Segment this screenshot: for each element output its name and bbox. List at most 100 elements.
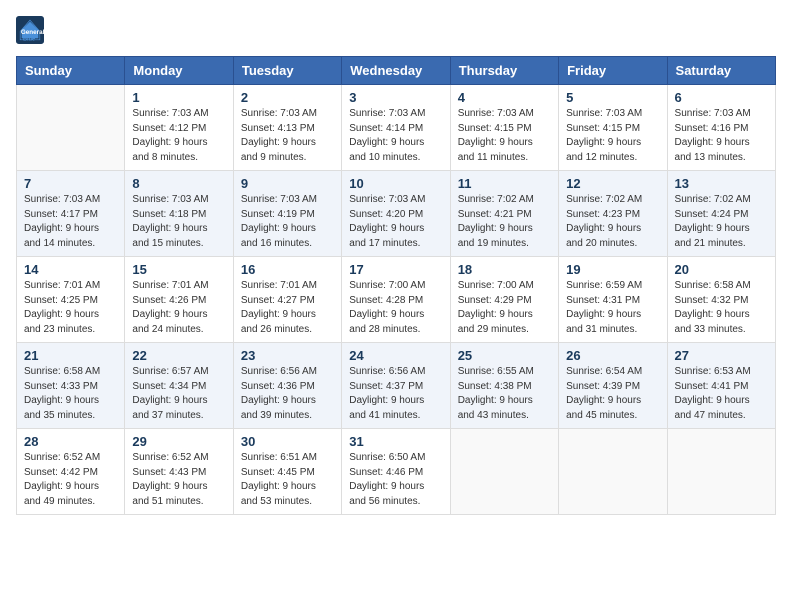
day-number: 30	[241, 434, 334, 449]
cell-info: Sunrise: 7:03 AMSunset: 4:19 PMDaylight:…	[241, 193, 334, 251]
day-number: 6	[675, 90, 768, 105]
day-number: 5	[566, 90, 659, 105]
header-wednesday: Wednesday	[342, 57, 450, 85]
day-number: 14	[24, 262, 117, 277]
svg-text:Blue: Blue	[23, 37, 35, 43]
cell-info: Sunrise: 6:56 AMSunset: 4:37 PMDaylight:…	[349, 365, 442, 423]
calendar-cell: 28 Sunrise: 6:52 AMSunset: 4:42 PMDayligh…	[17, 429, 125, 515]
page-header: General Blue	[16, 16, 776, 44]
day-number: 16	[241, 262, 334, 277]
header-thursday: Thursday	[450, 57, 558, 85]
day-number: 29	[132, 434, 225, 449]
day-number: 20	[675, 262, 768, 277]
day-number: 17	[349, 262, 442, 277]
week-row-1: 1Sunrise: 7:03 AMSunset: 4:12 PMDaylight…	[17, 85, 776, 171]
calendar-cell: 24 Sunrise: 6:56 AMSunset: 4:37 PMDayligh…	[342, 343, 450, 429]
calendar-cell: 10 Sunrise: 7:03 AMSunset: 4:20 PMDayligh…	[342, 171, 450, 257]
week-row-2: 7 Sunrise: 7:03 AMSunset: 4:17 PMDaylight…	[17, 171, 776, 257]
day-number: 18	[458, 262, 551, 277]
cell-info: Sunrise: 7:00 AMSunset: 4:28 PMDaylight:…	[349, 279, 442, 337]
calendar-cell: 7 Sunrise: 7:03 AMSunset: 4:17 PMDaylight…	[17, 171, 125, 257]
day-number: 28	[24, 434, 117, 449]
cell-info: Sunrise: 6:59 AMSunset: 4:31 PMDaylight:…	[566, 279, 659, 337]
calendar-cell	[450, 429, 558, 515]
calendar-cell: 29 Sunrise: 6:52 AMSunset: 4:43 PMDayligh…	[125, 429, 233, 515]
calendar-cell: 20 Sunrise: 6:58 AMSunset: 4:32 PMDayligh…	[667, 257, 775, 343]
calendar-cell: 2Sunrise: 7:03 AMSunset: 4:13 PMDaylight…	[233, 85, 341, 171]
calendar-cell: 21 Sunrise: 6:58 AMSunset: 4:33 PMDayligh…	[17, 343, 125, 429]
cell-info: Sunrise: 6:52 AMSunset: 4:43 PMDaylight:…	[132, 451, 225, 509]
cell-info: Sunrise: 7:03 AMSunset: 4:18 PMDaylight:…	[132, 193, 225, 251]
calendar-cell: 22 Sunrise: 6:57 AMSunset: 4:34 PMDayligh…	[125, 343, 233, 429]
cell-info: Sunrise: 6:54 AMSunset: 4:39 PMDaylight:…	[566, 365, 659, 423]
cell-info: Sunrise: 6:50 AMSunset: 4:46 PMDaylight:…	[349, 451, 442, 509]
header-saturday: Saturday	[667, 57, 775, 85]
week-row-3: 14Sunrise: 7:01 AMSunset: 4:25 PMDayligh…	[17, 257, 776, 343]
cell-info: Sunrise: 7:01 AMSunset: 4:27 PMDaylight:…	[241, 279, 334, 337]
cell-info: Sunrise: 7:03 AMSunset: 4:20 PMDaylight:…	[349, 193, 442, 251]
cell-info: Sunrise: 6:58 AMSunset: 4:32 PMDaylight:…	[675, 279, 768, 337]
calendar-table: SundayMondayTuesdayWednesdayThursdayFrid…	[16, 56, 776, 515]
day-number: 10	[349, 176, 442, 191]
day-number: 8	[132, 176, 225, 191]
day-number: 24	[349, 348, 442, 363]
calendar-cell: 5 Sunrise: 7:03 AMSunset: 4:15 PMDaylight…	[559, 85, 667, 171]
day-number: 27	[675, 348, 768, 363]
calendar-cell: 8 Sunrise: 7:03 AMSunset: 4:18 PMDaylight…	[125, 171, 233, 257]
calendar-cell: 19Sunrise: 6:59 AMSunset: 4:31 PMDayligh…	[559, 257, 667, 343]
day-number: 9	[241, 176, 334, 191]
day-number: 4	[458, 90, 551, 105]
cell-info: Sunrise: 7:03 AMSunset: 4:12 PMDaylight:…	[132, 107, 225, 165]
calendar-cell: 6 Sunrise: 7:03 AMSunset: 4:16 PMDaylight…	[667, 85, 775, 171]
day-number: 3	[349, 90, 442, 105]
calendar-cell: 30 Sunrise: 6:51 AMSunset: 4:45 PMDayligh…	[233, 429, 341, 515]
day-number: 21	[24, 348, 117, 363]
cell-info: Sunrise: 7:00 AMSunset: 4:29 PMDaylight:…	[458, 279, 551, 337]
day-number: 26	[566, 348, 659, 363]
day-number: 12	[566, 176, 659, 191]
calendar-cell: 23 Sunrise: 6:56 AMSunset: 4:36 PMDayligh…	[233, 343, 341, 429]
day-number: 31	[349, 434, 442, 449]
cell-info: Sunrise: 7:02 AMSunset: 4:23 PMDaylight:…	[566, 193, 659, 251]
calendar-cell: 13Sunrise: 7:02 AMSunset: 4:24 PMDayligh…	[667, 171, 775, 257]
logo-icon: General Blue	[16, 16, 44, 44]
svg-text:General: General	[21, 29, 44, 36]
calendar-cell: 25 Sunrise: 6:55 AMSunset: 4:38 PMDayligh…	[450, 343, 558, 429]
logo: General Blue	[16, 16, 48, 44]
day-number: 7	[24, 176, 117, 191]
calendar-cell: 14Sunrise: 7:01 AMSunset: 4:25 PMDayligh…	[17, 257, 125, 343]
header-sunday: Sunday	[17, 57, 125, 85]
day-number: 11	[458, 176, 551, 191]
week-row-4: 21 Sunrise: 6:58 AMSunset: 4:33 PMDayligh…	[17, 343, 776, 429]
cell-info: Sunrise: 6:56 AMSunset: 4:36 PMDaylight:…	[241, 365, 334, 423]
cell-info: Sunrise: 7:03 AMSunset: 4:15 PMDaylight:…	[566, 107, 659, 165]
day-number: 13	[675, 176, 768, 191]
day-number: 23	[241, 348, 334, 363]
cell-info: Sunrise: 6:55 AMSunset: 4:38 PMDaylight:…	[458, 365, 551, 423]
cell-info: Sunrise: 7:03 AMSunset: 4:14 PMDaylight:…	[349, 107, 442, 165]
calendar-cell: 15Sunrise: 7:01 AMSunset: 4:26 PMDayligh…	[125, 257, 233, 343]
cell-info: Sunrise: 6:52 AMSunset: 4:42 PMDaylight:…	[24, 451, 117, 509]
cell-info: Sunrise: 7:02 AMSunset: 4:21 PMDaylight:…	[458, 193, 551, 251]
cell-info: Sunrise: 6:51 AMSunset: 4:45 PMDaylight:…	[241, 451, 334, 509]
calendar-cell	[559, 429, 667, 515]
day-number: 22	[132, 348, 225, 363]
cell-info: Sunrise: 7:03 AMSunset: 4:17 PMDaylight:…	[24, 193, 117, 251]
day-number: 25	[458, 348, 551, 363]
calendar-cell: 12 Sunrise: 7:02 AMSunset: 4:23 PMDayligh…	[559, 171, 667, 257]
cell-info: Sunrise: 6:57 AMSunset: 4:34 PMDaylight:…	[132, 365, 225, 423]
calendar-cell	[17, 85, 125, 171]
calendar-cell: 31 Sunrise: 6:50 AMSunset: 4:46 PMDayligh…	[342, 429, 450, 515]
calendar-cell: 11 Sunrise: 7:02 AMSunset: 4:21 PMDayligh…	[450, 171, 558, 257]
week-row-5: 28 Sunrise: 6:52 AMSunset: 4:42 PMDayligh…	[17, 429, 776, 515]
header-tuesday: Tuesday	[233, 57, 341, 85]
cell-info: Sunrise: 6:58 AMSunset: 4:33 PMDaylight:…	[24, 365, 117, 423]
calendar-cell: 4Sunrise: 7:03 AMSunset: 4:15 PMDaylight…	[450, 85, 558, 171]
cell-info: Sunrise: 7:01 AMSunset: 4:26 PMDaylight:…	[132, 279, 225, 337]
header-friday: Friday	[559, 57, 667, 85]
calendar-cell: 9 Sunrise: 7:03 AMSunset: 4:19 PMDaylight…	[233, 171, 341, 257]
calendar-cell: 18 Sunrise: 7:00 AMSunset: 4:29 PMDayligh…	[450, 257, 558, 343]
calendar-cell: 17 Sunrise: 7:00 AMSunset: 4:28 PMDayligh…	[342, 257, 450, 343]
cell-info: Sunrise: 7:03 AMSunset: 4:16 PMDaylight:…	[675, 107, 768, 165]
calendar-header-row: SundayMondayTuesdayWednesdayThursdayFrid…	[17, 57, 776, 85]
